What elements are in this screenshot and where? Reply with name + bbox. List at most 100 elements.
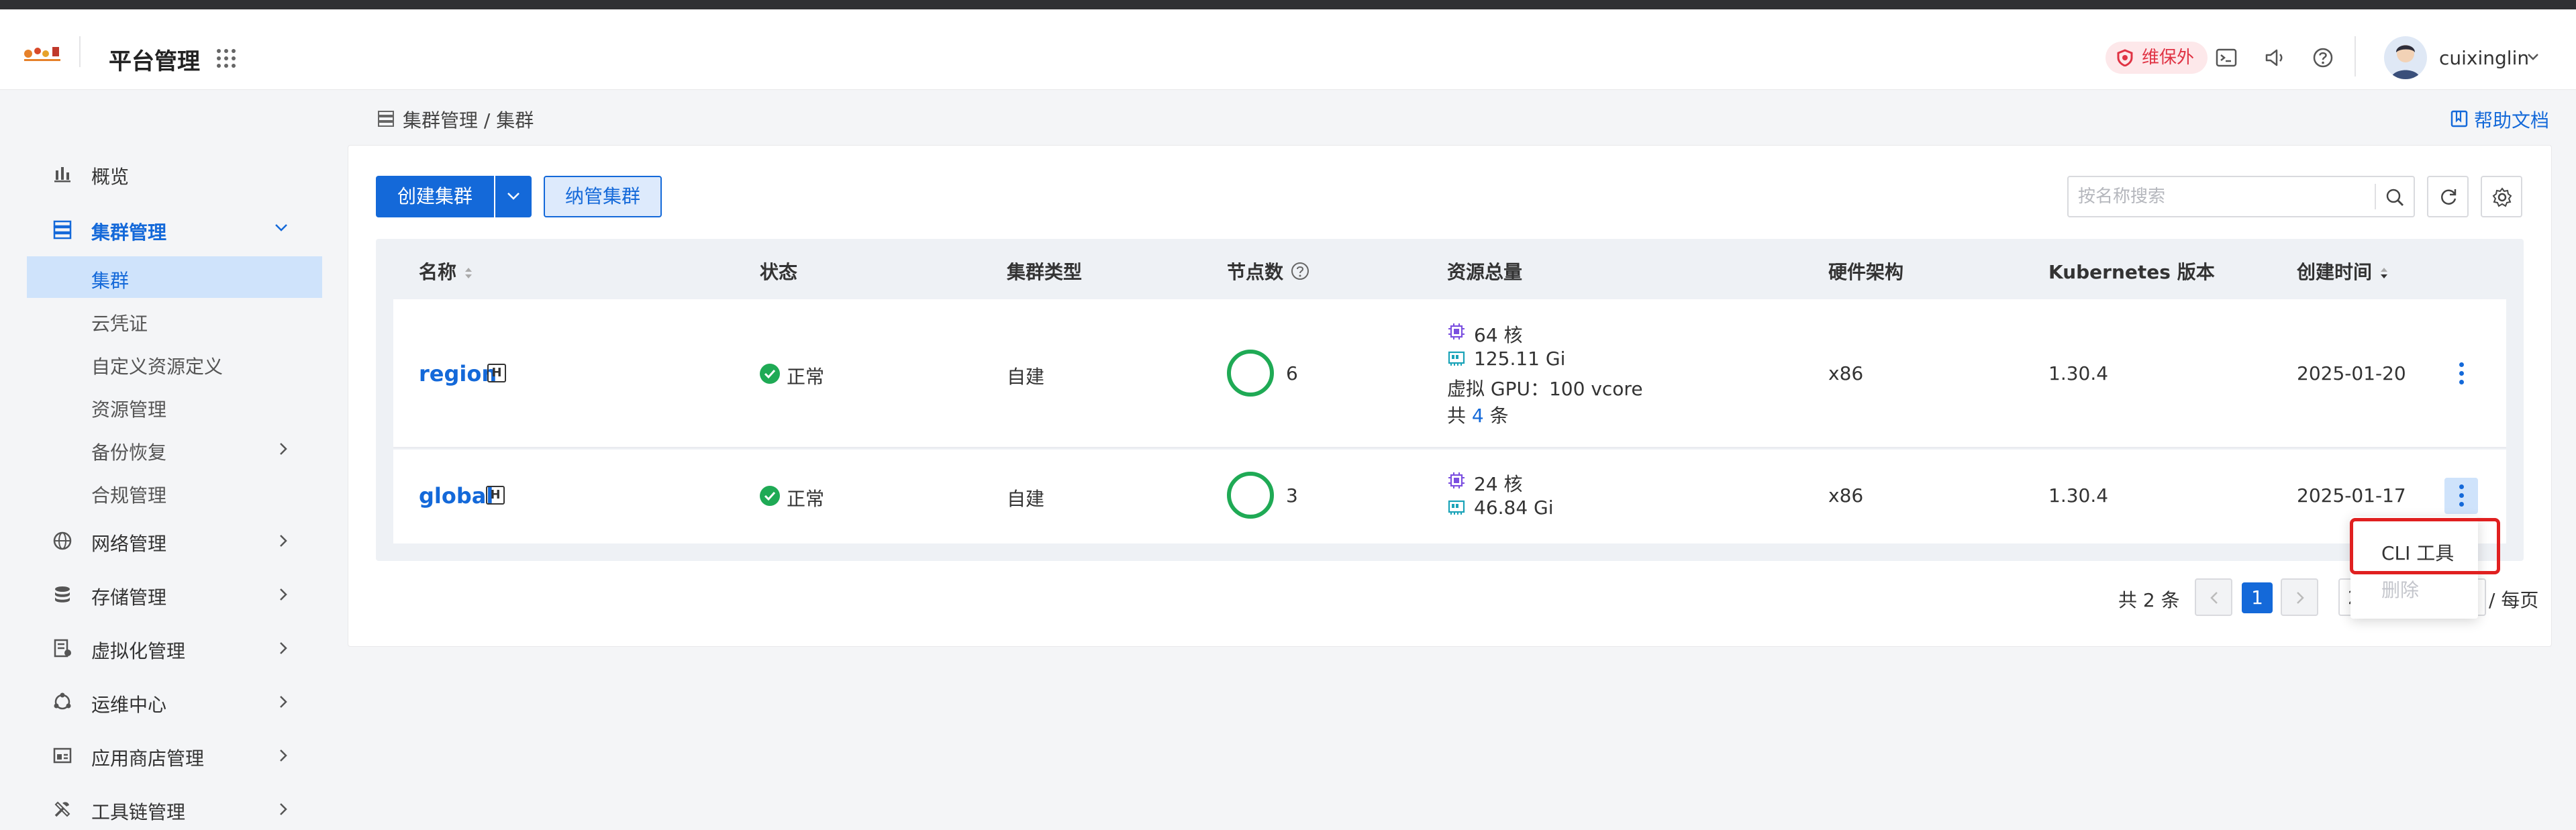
resource-total-suffix: 条 [1489, 405, 1509, 427]
cluster-name-link[interactable]: global [419, 483, 493, 509]
sidebar-item-label: 应用商店管理 [91, 747, 205, 770]
sidebar-item-toolchain-management[interactable]: 工具链管理 [27, 787, 322, 830]
sidebar-item-label: 虚拟化管理 [91, 640, 186, 662]
warranty-badge: 维保外 [2106, 42, 2208, 74]
host-cluster-badge: H [486, 486, 505, 505]
create-cluster-dropdown-button[interactable] [495, 176, 532, 217]
chevron-right-icon [280, 588, 287, 601]
resource-cpu-text: 24 核 [1474, 473, 1523, 495]
brand-logo-icon [24, 47, 60, 61]
cluster-type-text: 自建 [1007, 366, 1045, 388]
search-divider [2375, 184, 2376, 209]
sidebar-item-cluster-management[interactable]: 集群管理 [27, 207, 322, 250]
sort-desc-icon [2380, 268, 2387, 278]
app-title: 平台管理 [109, 48, 200, 75]
search-input[interactable] [2078, 184, 2360, 209]
column-header-resources: 资源总量 [1447, 261, 1523, 283]
column-header-created-time[interactable]: 创建时间 [2297, 258, 2389, 284]
sidebar-subitem-cluster[interactable]: 集群 [27, 256, 322, 298]
resource-total-prefix: 共 [1447, 405, 1467, 427]
column-header-status: 状态 [760, 261, 798, 283]
chevron-right-icon [280, 803, 287, 815]
help-circle-icon[interactable] [1290, 261, 1310, 281]
chevron-right-icon [2297, 592, 2304, 604]
next-page-button[interactable] [2281, 578, 2318, 616]
chevron-left-icon [2210, 592, 2218, 604]
help-circle-icon[interactable] [2312, 46, 2334, 69]
resource-memory-text: 125.11 Gi [1474, 348, 1566, 370]
node-health-ring [1227, 472, 1274, 519]
node-health-ring [1227, 350, 1274, 397]
avatar-icon [2391, 45, 2420, 79]
announcement-icon[interactable] [2263, 46, 2286, 69]
status-ok-icon [760, 364, 780, 384]
node-count-text: 6 [1286, 362, 1298, 384]
sidebar-item-label: 存储管理 [91, 586, 167, 609]
help-docs-link[interactable]: 帮助文档 [2450, 106, 2549, 133]
server-stack-icon [378, 111, 394, 127]
k8s-version-text: 1.30.4 [2048, 362, 2109, 384]
sidebar-subitem-label: 集群 [91, 270, 130, 292]
column-header-label: 名称 [419, 261, 457, 283]
host-cluster-badge: H [487, 364, 506, 382]
menu-item-delete[interactable]: 删除 [2381, 576, 2419, 603]
sidebar-subitem-crd[interactable]: 自定义资源定义 [27, 342, 322, 384]
terminal-icon[interactable] [2215, 46, 2238, 69]
per-page-label: / 每页 [2489, 589, 2539, 611]
bar-chart-icon [54, 167, 70, 183]
warranty-badge-label: 维保外 [2142, 48, 2195, 68]
server-stack-icon [53, 220, 72, 240]
created-time-text: 2025-01-20 [2297, 362, 2406, 384]
column-header-name[interactable]: 名称 [419, 258, 474, 284]
breadcrumb-text[interactable]: 集群管理 / 集群 [403, 109, 534, 132]
username[interactable]: cuixinglin [2439, 47, 2529, 69]
chevron-right-icon [280, 443, 287, 455]
avatar[interactable] [2384, 36, 2427, 79]
sidebar-subitem-backup-restore[interactable]: 备份恢复 [27, 428, 322, 470]
table-row [393, 450, 2506, 543]
row-actions-button[interactable] [2444, 356, 2478, 392]
resource-gpu-text: 虚拟 GPU：100 vcore [1447, 378, 1643, 400]
sidebar-subitem-label: 自定义资源定义 [91, 356, 224, 378]
globe-icon [53, 531, 72, 550]
app-grid-icon[interactable] [216, 48, 236, 68]
chevron-down-icon[interactable] [2526, 52, 2540, 62]
search-icon[interactable] [2384, 187, 2406, 208]
sidebar-subitem-label: 云凭证 [91, 313, 148, 335]
refresh-icon [2441, 189, 2457, 205]
pagination-total: 共 2 条 [2118, 589, 2180, 611]
refresh-button[interactable] [2427, 176, 2469, 217]
sidebar-item-network-management[interactable]: 网络管理 [27, 519, 322, 562]
page-number-current[interactable]: 1 [2242, 582, 2273, 613]
settings-button[interactable] [2481, 176, 2522, 217]
sidebar-subitem-label: 备份恢复 [91, 442, 167, 464]
memory-icon [1448, 351, 1465, 366]
sidebar-item-app-store-management[interactable]: 应用商店管理 [27, 733, 322, 776]
sidebar-item-virtualization-management[interactable]: 虚拟化管理 [27, 626, 322, 669]
cpu-chip-icon [1448, 323, 1465, 340]
resource-total-count-link[interactable]: 4 [1472, 405, 1484, 427]
memory-icon [1448, 500, 1465, 515]
sidebar-item-label: 概览 [91, 166, 130, 188]
sidebar-subitem-compliance[interactable]: 合规管理 [27, 471, 322, 513]
virtual-machine-icon [54, 639, 71, 658]
sidebar-item-storage-management[interactable]: 存储管理 [27, 572, 322, 615]
chevron-right-icon [280, 535, 287, 547]
chevron-down-icon [507, 193, 519, 200]
column-header-node-count: 节点数 [1227, 258, 1310, 284]
architecture-text: x86 [1828, 484, 1864, 507]
window-top-strip [0, 0, 2576, 9]
sidebar-subitem-cloud-credential[interactable]: 云凭证 [27, 299, 322, 341]
cluster-name-link[interactable]: region [419, 361, 497, 386]
sidebar-item-label: 运维中心 [91, 694, 167, 716]
create-cluster-button[interactable]: 创建集群 [376, 176, 494, 217]
sidebar-item-overview[interactable]: 概览 [27, 152, 322, 195]
prev-page-button[interactable] [2195, 578, 2232, 616]
sidebar-subitem-resource-management[interactable]: 资源管理 [27, 385, 322, 427]
sidebar-item-ops-center[interactable]: 运维中心 [27, 680, 322, 723]
sidebar-item-label: 工具链管理 [91, 801, 186, 823]
chevron-right-icon [280, 749, 287, 762]
import-cluster-button[interactable]: 纳管集群 [544, 176, 662, 217]
sidebar-subitem-label: 资源管理 [91, 399, 167, 421]
row-actions-button[interactable] [2444, 478, 2478, 514]
